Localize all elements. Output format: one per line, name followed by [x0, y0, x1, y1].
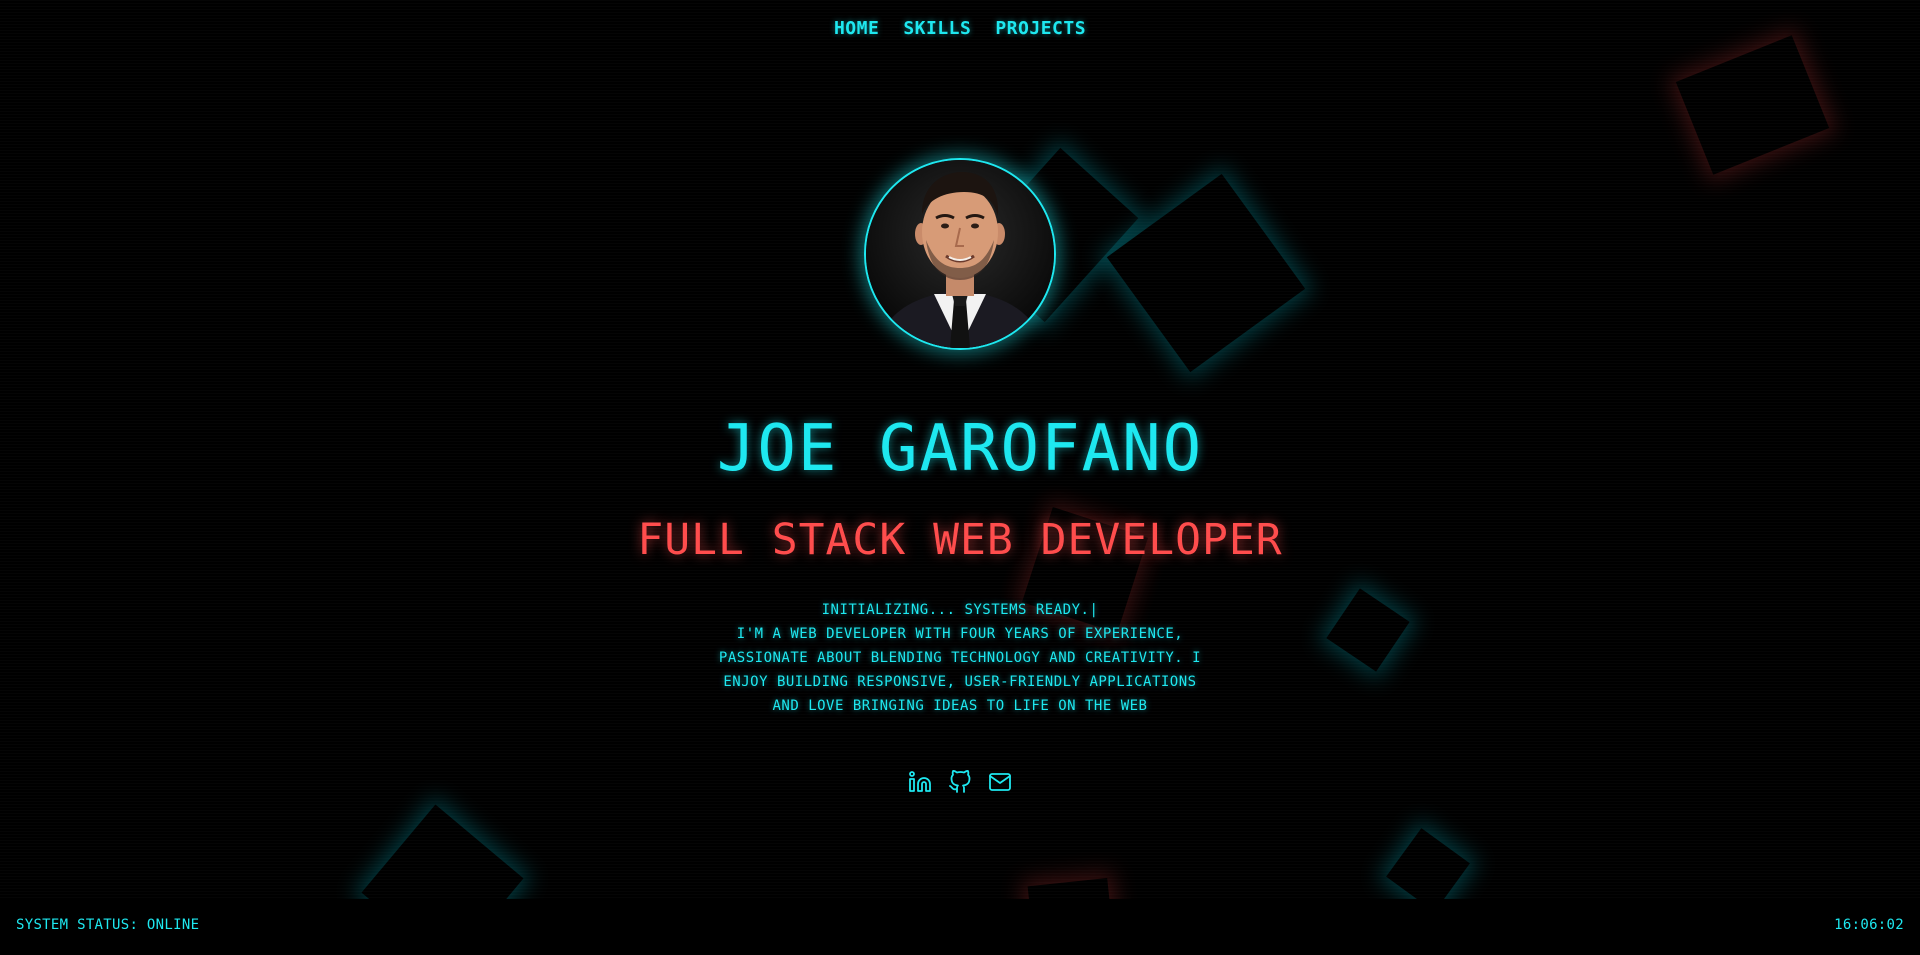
nav-home[interactable]: HOME — [834, 18, 879, 39]
floating-square — [1675, 35, 1830, 175]
status-bar: SYSTEM STATUS: ONLINE 16:06:02 — [0, 899, 1920, 955]
nav-skills[interactable]: SKILLS — [903, 18, 971, 39]
github-icon — [948, 770, 972, 798]
floating-square — [1106, 173, 1306, 373]
social-links — [0, 770, 1920, 798]
intro-text: INITIALIZING... SYSTEMS READY. — [821, 602, 1090, 618]
mail-icon — [988, 770, 1012, 798]
intro-line: INITIALIZING... SYSTEMS READY.| — [710, 598, 1210, 622]
linkedin-icon — [908, 770, 932, 798]
linkedin-link[interactable] — [908, 770, 932, 798]
bio-block: INITIALIZING... SYSTEMS READY.| I'M A WE… — [710, 598, 1210, 718]
bio-text: I'M A WEB DEVELOPER WITH FOUR YEARS OF E… — [718, 626, 1202, 714]
top-nav: HOME SKILLS PROJECTS — [0, 18, 1920, 39]
system-status: SYSTEM STATUS: ONLINE — [16, 917, 200, 933]
avatar — [864, 158, 1056, 350]
portfolio-page: HOME SKILLS PROJECTS JOE GAROFANO FULL S… — [0, 0, 1920, 955]
typing-cursor: | — [1089, 602, 1099, 618]
floating-square — [1326, 588, 1410, 672]
nav-projects[interactable]: PROJECTS — [995, 18, 1086, 39]
clock: 16:06:02 — [1834, 917, 1904, 933]
email-link[interactable] — [988, 772, 1012, 796]
role-subtitle: FULL STACK WEB DEVELOPER — [637, 515, 1283, 565]
page-title: JOE GAROFANO — [716, 412, 1204, 486]
github-link[interactable] — [948, 770, 972, 798]
